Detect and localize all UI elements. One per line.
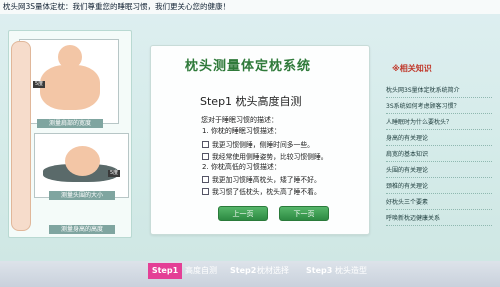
prev-page-button[interactable]: 上一页 bbox=[218, 206, 268, 221]
question-2: 2. 你枕高低的习惯描述： bbox=[202, 163, 281, 171]
shoulder-label: 测量肩部的宽度 bbox=[37, 119, 103, 128]
q2-option-1-checkbox[interactable] bbox=[202, 175, 209, 183]
top-banner: 枕头网3S量体定枕：我们尊重您的睡眠习惯，我们更关心您的健康！ bbox=[0, 0, 500, 14]
q2-option-1[interactable]: 我更加习惯睡高枕头，矮了睡不好。 bbox=[202, 174, 321, 184]
q1-option-1-label: 我更习惯侧睡，侧睡时间多一些。 bbox=[212, 141, 314, 149]
step2-tab[interactable]: Step2 bbox=[230, 263, 256, 279]
sidebar-item-intro[interactable]: 枕头网3S量体定枕系统简介 bbox=[386, 84, 492, 98]
step-title: Step1 枕头高度自测 bbox=[200, 95, 302, 108]
sidebar-item-height-theory[interactable]: 身高的有关理论 bbox=[386, 132, 492, 146]
body-outline bbox=[11, 41, 31, 231]
angle-tag-upper: 5度 bbox=[33, 81, 46, 88]
q2-option-2[interactable]: 我习惯了低枕头，枕头高了睡不着。 bbox=[202, 186, 321, 196]
q2-option-2-label: 我习惯了低枕头，枕头高了睡不着。 bbox=[212, 188, 321, 196]
step2-label: 枕材选择 bbox=[257, 266, 289, 275]
q1-option-2[interactable]: 我经常使用侧睡姿势，比较习惯侧睡。 bbox=[202, 151, 328, 161]
step1-label: 高度自测 bbox=[185, 266, 217, 275]
sidebar-item-habits[interactable]: 3S系统如何考虑顾客习惯？ bbox=[386, 100, 492, 114]
angle-tag-lower: 5度 bbox=[108, 170, 121, 177]
q2-option-2-checkbox[interactable] bbox=[202, 187, 209, 195]
step3-tab[interactable]: Step3 bbox=[306, 263, 332, 279]
head-figure bbox=[34, 133, 129, 198]
step3-label: 枕头造型 bbox=[335, 266, 367, 275]
q1-option-2-checkbox[interactable] bbox=[202, 152, 209, 160]
question-intro: 您对于睡眠习惯的描述： bbox=[201, 116, 278, 124]
sidebar-item-neck-theory[interactable]: 颈椎的有关理论 bbox=[386, 180, 492, 194]
shoulder-illustration bbox=[40, 65, 100, 110]
q1-option-1-checkbox[interactable] bbox=[202, 140, 209, 148]
illustration-panel: 测量肩部的宽度 5度 5度 测量头围的大小 测量身高的高度 bbox=[8, 30, 132, 238]
head-illustration bbox=[58, 45, 82, 69]
sidebar-item-shoulder-knowledge[interactable]: 肩宽的基本知识 bbox=[386, 148, 492, 162]
head-side-illustration bbox=[65, 146, 100, 176]
question-1: 1. 你枕的睡眠习惯描述： bbox=[202, 127, 281, 135]
next-page-button[interactable]: 下一页 bbox=[279, 206, 329, 221]
sidebar-item-head-theory[interactable]: 头围的有关理论 bbox=[386, 164, 492, 178]
sidebar-item-why-pillow[interactable]: 人睡眠时为什么要枕头？ bbox=[386, 116, 492, 130]
q2-option-1-label: 我更加习惯睡高枕头，矮了睡不好。 bbox=[212, 176, 321, 184]
q1-option-1[interactable]: 我更习惯侧睡，侧睡时间多一些。 bbox=[202, 139, 314, 149]
head-label: 测量头围的大小 bbox=[49, 191, 115, 200]
system-title: 枕头测量体定枕系统 bbox=[185, 59, 312, 74]
height-label: 测量身高的高度 bbox=[49, 225, 115, 234]
step1-tab[interactable]: Step1 bbox=[148, 263, 182, 279]
q1-option-2-label: 我经常使用侧睡姿势，比较习惯侧睡。 bbox=[212, 153, 328, 161]
sidebar-item-new-pillow[interactable]: 呼唤新枕迈健康关系 bbox=[386, 212, 492, 226]
related-knowledge-heading: ※相关知识 bbox=[392, 64, 432, 73]
sidebar-item-good-pillow[interactable]: 好枕头三个要素 bbox=[386, 196, 492, 210]
